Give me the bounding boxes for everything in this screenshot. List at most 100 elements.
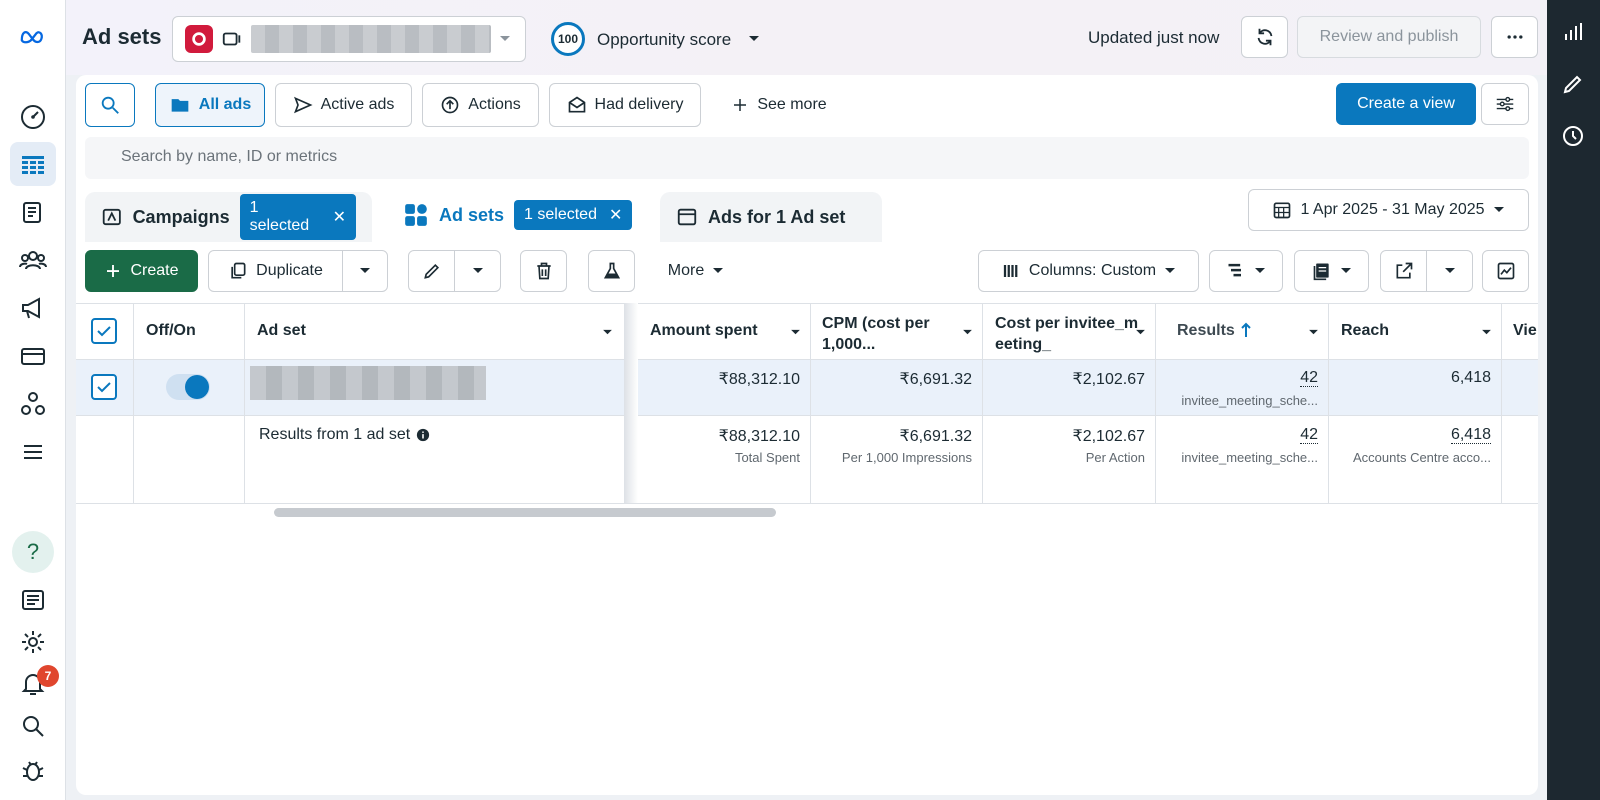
opportunity-score-gauge[interactable]: 100 <box>551 22 585 56</box>
sort-chevron-icon[interactable] <box>790 329 801 336</box>
summary-label: Results from 1 ad set <box>259 426 430 444</box>
columns-icon <box>1003 265 1018 277</box>
filter-had-delivery[interactable]: Had delivery <box>549 83 701 127</box>
duplicate-button[interactable]: Duplicate <box>208 250 343 292</box>
tab-ads[interactable]: Ads for 1 Ad set <box>660 192 882 242</box>
delete-button[interactable] <box>520 250 567 292</box>
adset-name-redacted[interactable] <box>250 366 486 400</box>
sort-chevron-icon[interactable] <box>1481 329 1492 336</box>
search-input[interactable]: Search by name, ID or metrics <box>85 137 1529 179</box>
opportunity-score-label[interactable]: Opportunity score <box>597 30 731 50</box>
sort-ascending-icon[interactable] <box>1240 322 1252 338</box>
date-range-picker[interactable]: 1 Apr 2025 - 31 May 2025 <box>1248 189 1529 231</box>
history-clock-icon[interactable] <box>1561 124 1585 148</box>
info-icon[interactable] <box>416 428 430 442</box>
tab-campaigns-label: Campaigns <box>132 206 230 227</box>
pages-icon[interactable] <box>10 190 56 234</box>
adsets-selected-label: 1 selected <box>524 206 597 223</box>
col-header-adset[interactable]: Ad set <box>257 322 306 340</box>
col-header-amount-spent[interactable]: Amount spent <box>650 322 758 340</box>
adset-toggle[interactable] <box>166 374 210 400</box>
sort-chevron-icon[interactable] <box>1308 329 1319 336</box>
news-icon[interactable] <box>10 578 56 622</box>
col-header-offon: Off/On <box>146 322 196 339</box>
export-button[interactable] <box>1380 250 1427 292</box>
edit-button[interactable] <box>408 250 455 292</box>
megaphone-icon[interactable] <box>10 286 56 330</box>
chart-bars-icon[interactable] <box>1561 20 1585 44</box>
summary-results-sub: invitee_meeting_sche... <box>1181 450 1318 465</box>
tab-adsets-label: Ad sets <box>439 204 505 225</box>
bug-report-icon[interactable] <box>10 748 56 792</box>
filter-all-ads[interactable]: All ads <box>155 83 265 127</box>
summary-reach: 6,418 <box>1328 426 1501 444</box>
breakdown-button[interactable] <box>1209 250 1283 292</box>
reports-button[interactable] <box>1294 250 1369 292</box>
create-button[interactable]: Create <box>85 250 198 292</box>
search-toggle-button[interactable] <box>85 83 135 127</box>
review-publish-button[interactable]: Review and publish <box>1297 16 1481 58</box>
columns-selector[interactable]: Columns: Custom <box>978 250 1199 292</box>
select-all-checkbox[interactable] <box>91 318 117 344</box>
toggle-knob <box>185 375 209 399</box>
col-header-cost-per[interactable]: Cost per invitee_meeting_ <box>995 313 1140 355</box>
account-selector[interactable] <box>172 16 526 62</box>
menu-icon[interactable] <box>10 430 56 474</box>
filter-actions[interactable]: Actions <box>422 83 539 127</box>
col-header-reach[interactable]: Reach <box>1341 322 1389 340</box>
sort-chevron-icon[interactable] <box>1135 329 1146 336</box>
edit-pencil-icon[interactable] <box>1561 72 1585 96</box>
clear-selection-icon[interactable]: ✕ <box>609 205 622 225</box>
more-options-button[interactable] <box>1491 16 1538 58</box>
settings-gear-icon[interactable] <box>10 620 56 664</box>
more-menu-button[interactable]: More <box>650 250 742 292</box>
notification-count-badge: 7 <box>37 665 59 687</box>
summary-reach-value[interactable]: 6,418 <box>1450 426 1491 444</box>
row-results-value[interactable]: 42 <box>1300 369 1318 387</box>
ab-test-button[interactable] <box>588 250 635 292</box>
billing-card-icon[interactable] <box>10 334 56 378</box>
view-settings-button[interactable] <box>1481 83 1529 125</box>
tab-campaigns[interactable]: Campaigns 1 selected ✕ <box>85 192 372 242</box>
see-more-label: See more <box>757 96 827 113</box>
account-logo-icon <box>185 25 213 53</box>
help-icon[interactable]: ? <box>10 530 56 574</box>
campaigns-selected-chip[interactable]: 1 selected ✕ <box>239 194 356 240</box>
row-checkbox[interactable] <box>91 374 117 400</box>
dashboard-gauge-icon[interactable] <box>10 95 56 139</box>
col-header-views[interactable]: Vie <box>1513 322 1538 340</box>
filter-actions-label: Actions <box>468 96 521 113</box>
adsets-selected-chip[interactable]: 1 selected ✕ <box>514 200 633 230</box>
duplicate-dropdown[interactable] <box>342 250 388 292</box>
campaign-flag-icon <box>102 208 121 226</box>
duplicate-label: Duplicate <box>256 262 323 279</box>
export-dropdown[interactable] <box>1426 250 1473 292</box>
search-icon[interactable] <box>10 704 56 748</box>
col-header-cpm[interactable]: CPM (cost per 1,000... <box>822 313 952 355</box>
summary-cpm: ₹6,691.32 <box>899 428 972 445</box>
ads-manager-table-icon[interactable] <box>10 142 56 186</box>
charts-button[interactable] <box>1482 250 1529 292</box>
edit-dropdown[interactable] <box>454 250 501 292</box>
horizontal-scrollbar[interactable] <box>274 508 776 517</box>
ad-account-icon <box>222 32 241 46</box>
meta-logo-icon[interactable] <box>10 14 56 58</box>
refresh-button[interactable] <box>1241 16 1288 58</box>
line-chart-icon <box>1497 262 1514 280</box>
audience-icon[interactable] <box>10 238 56 282</box>
filter-active-ads[interactable]: Active ads <box>275 83 412 127</box>
chevron-down-icon <box>1165 268 1176 273</box>
opportunity-chevron-icon[interactable] <box>748 35 760 43</box>
table-summary-border <box>76 503 1538 504</box>
tab-adsets[interactable]: Ad sets 1 selected ✕ <box>387 188 650 242</box>
business-network-icon[interactable] <box>10 382 56 426</box>
summary-results-value[interactable]: 42 <box>1300 426 1318 444</box>
ad-window-icon <box>677 208 697 226</box>
see-more-button[interactable]: See more <box>714 83 844 127</box>
columns-label: Columns: Custom <box>1028 262 1157 279</box>
col-header-results[interactable]: Results <box>1177 322 1235 340</box>
clear-selection-icon[interactable]: ✕ <box>333 207 346 227</box>
sort-chevron-icon[interactable] <box>962 329 973 336</box>
create-view-button[interactable]: Create a view <box>1336 83 1476 125</box>
sort-chevron-icon[interactable] <box>602 329 613 336</box>
